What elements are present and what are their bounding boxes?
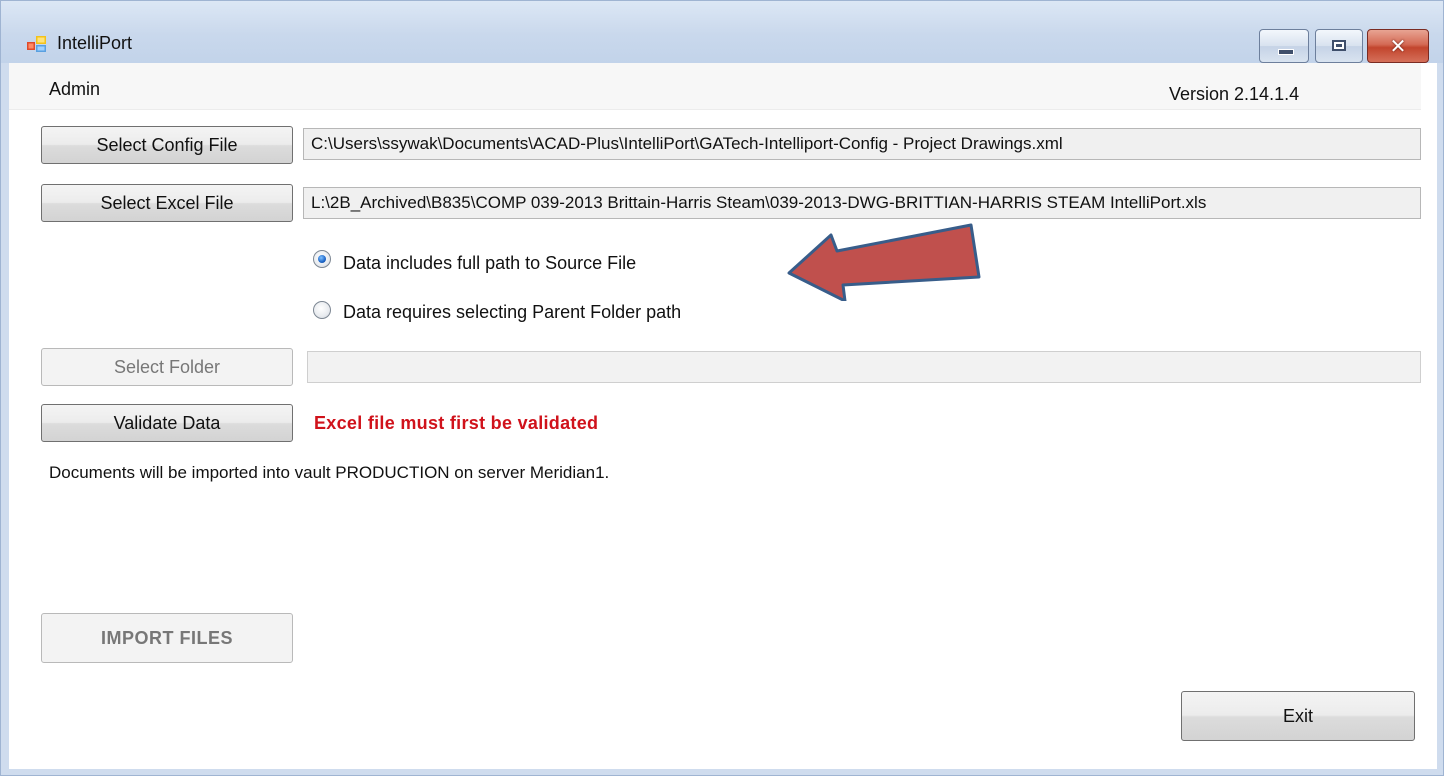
select-excel-file-button[interactable]: Select Excel File	[41, 184, 293, 222]
title-bar[interactable]: IntelliPort ✕	[1, 1, 1443, 63]
validate-data-button[interactable]: Validate Data	[41, 404, 293, 442]
radio-full-path-label[interactable]: Data includes full path to Source File	[343, 253, 636, 274]
minimize-icon	[1278, 49, 1294, 55]
radio-parent-folder[interactable]	[313, 301, 331, 319]
version-label: Version 2.14.1.4	[1169, 84, 1300, 104]
select-folder-button[interactable]: Select Folder	[41, 348, 293, 386]
maximize-icon	[1332, 40, 1346, 51]
folder-path-field[interactable]	[307, 351, 1421, 383]
validation-status-message: Excel file must first be validated	[314, 413, 599, 433]
config-file-path-field[interactable]: C:\Users\ssywak\Documents\ACAD-Plus\Inte…	[303, 128, 1421, 160]
minimize-button[interactable]	[1259, 29, 1309, 63]
exit-button[interactable]: Exit	[1181, 691, 1415, 741]
client-area: Admin Version 2.14.1.4 Select Config Fil…	[9, 63, 1437, 769]
select-config-file-button[interactable]: Select Config File	[41, 126, 293, 164]
radio-parent-folder-label[interactable]: Data requires selecting Parent Folder pa…	[343, 302, 681, 323]
menu-bar: Admin Version 2.14.1.4	[9, 63, 1421, 110]
radio-full-path[interactable]	[313, 250, 331, 268]
app-window-icon	[27, 36, 46, 52]
red-arrow-icon	[787, 223, 981, 301]
close-icon: ✕	[1389, 34, 1407, 58]
menu-item-admin[interactable]: Admin	[49, 79, 100, 100]
import-destination-info: Documents will be imported into vault PR…	[49, 463, 610, 482]
app-window: IntelliPort ✕ Admin Version 2.14.1.4 Sel…	[0, 0, 1444, 776]
maximize-button[interactable]	[1315, 29, 1363, 63]
import-files-button[interactable]: IMPORT FILES	[41, 613, 293, 663]
close-button[interactable]: ✕	[1367, 29, 1429, 63]
radio-selected-dot	[318, 255, 326, 263]
window-title: IntelliPort	[57, 33, 133, 53]
